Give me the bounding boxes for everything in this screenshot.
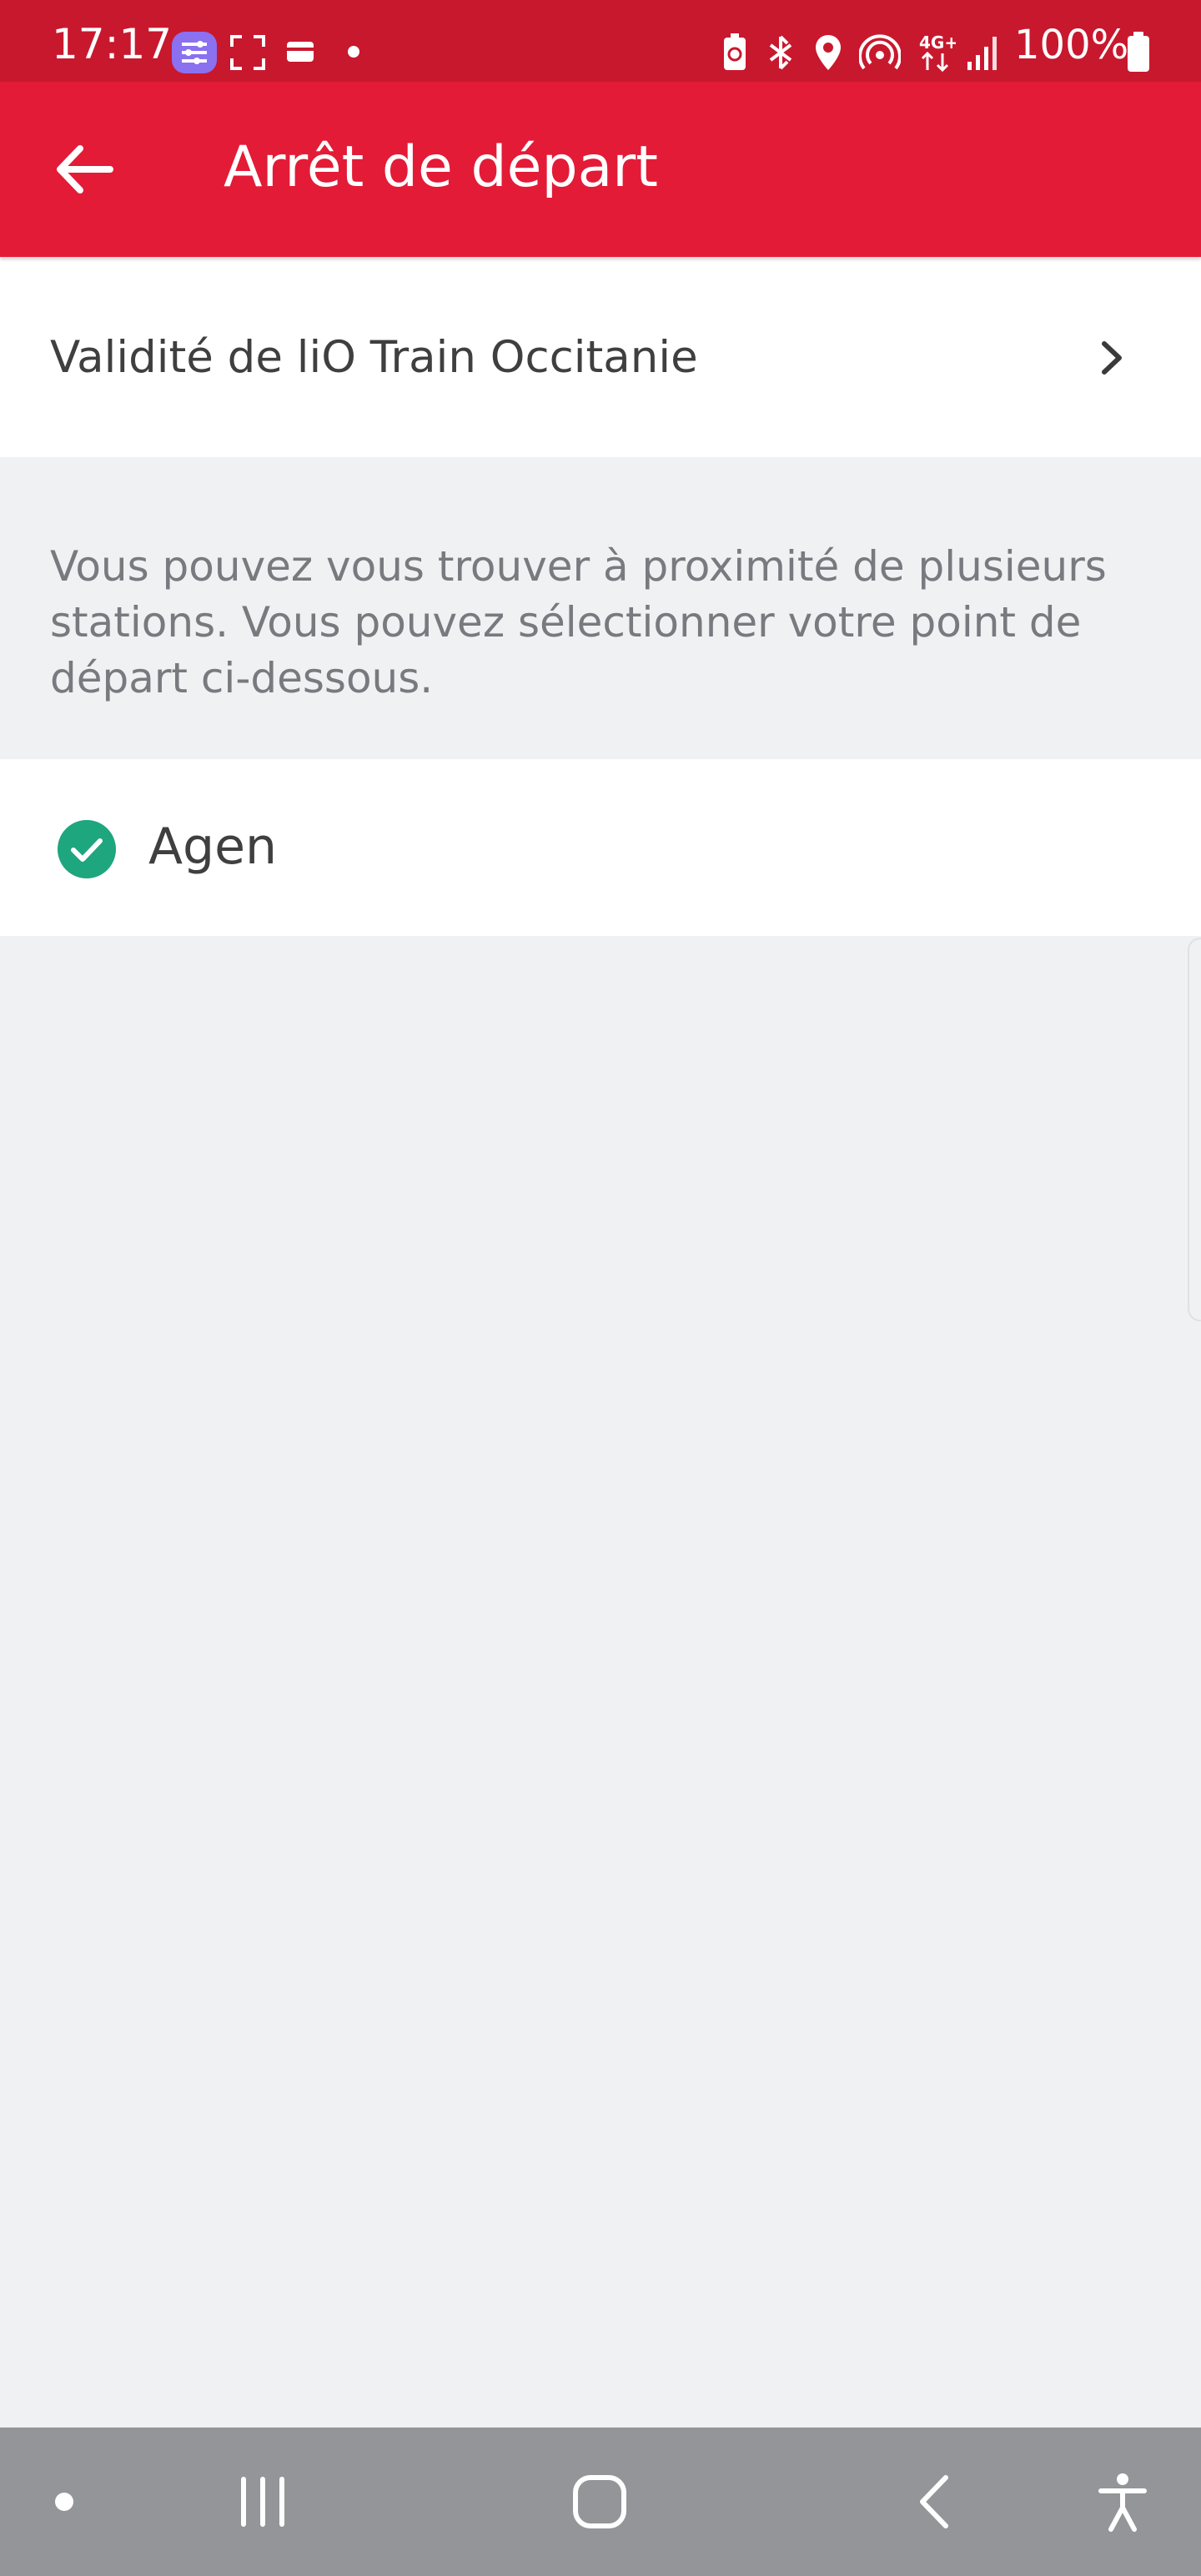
- location-icon: [816, 35, 841, 70]
- battery-icon: [1128, 32, 1149, 72]
- edge-panel-handle[interactable]: [1188, 938, 1201, 1321]
- back-icon[interactable]: [916, 2474, 952, 2529]
- hotspot-icon: [859, 34, 901, 70]
- chevron-right-icon: [1102, 341, 1122, 375]
- status-bar: 17:17 4G+ 100%: [0, 0, 1201, 82]
- network-type-icon: 4G+: [919, 33, 956, 73]
- svg-text:4G+: 4G+: [919, 33, 956, 53]
- page-title: Arrêt de départ: [224, 134, 658, 200]
- bluetooth-icon: [769, 35, 792, 70]
- screenshot-icon: [230, 35, 265, 70]
- recents-icon[interactable]: [237, 2476, 289, 2528]
- wallet-icon: [287, 42, 314, 62]
- app-bar: Arrêt de départ: [0, 82, 1201, 257]
- validity-row[interactable]: Validité de liO Train Occitanie: [0, 257, 1201, 457]
- accessibility-icon[interactable]: [1098, 2473, 1148, 2533]
- check-circle-icon: [58, 820, 116, 878]
- signal-icon: [967, 37, 997, 70]
- info-text: Vous pouvez vous trouver à proximité de …: [50, 542, 1107, 702]
- home-icon[interactable]: [572, 2474, 627, 2529]
- validity-label: Validité de liO Train Occitanie: [50, 332, 698, 383]
- dot-icon[interactable]: [52, 2489, 77, 2514]
- navigation-bar: [0, 2428, 1201, 2576]
- app-notification-icon: [172, 32, 217, 73]
- dot-icon: [348, 46, 359, 58]
- arrow-left-icon[interactable]: [50, 140, 125, 199]
- status-time: 17:17: [52, 20, 173, 68]
- station-row-agen[interactable]: Agen: [0, 759, 1201, 936]
- battery-level: 100%: [1014, 22, 1129, 68]
- battery-saver-icon: [724, 33, 746, 70]
- station-name: Agen: [148, 818, 278, 876]
